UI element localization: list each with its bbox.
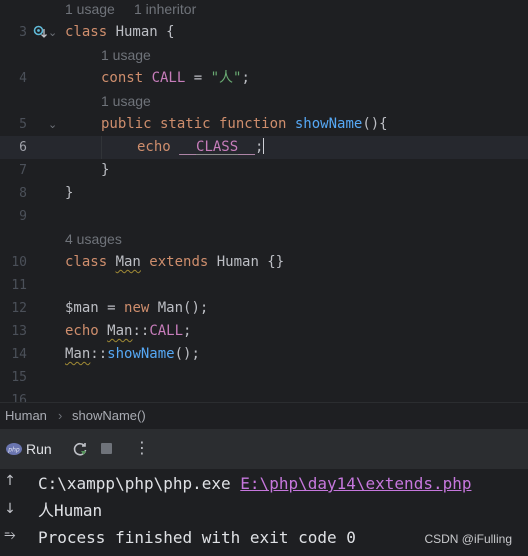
breadcrumb-item-class[interactable]: Human [5,408,47,423]
line-number: 13 [11,324,27,339]
inlay-hint-row: 1 usage 1 inheritor [0,0,528,21]
text-caret [263,138,265,154]
line-number: 7 [19,163,27,178]
code-line-9[interactable]: 9 [0,205,528,228]
code-line-15[interactable]: 15 [0,366,528,389]
run-tool-window-header: php Run ⋮ [0,428,528,471]
line-number: 9 [19,209,27,224]
file-path-link[interactable]: E:\php\day14\extends.php [240,474,471,493]
code-punct: } [65,185,74,201]
breadcrumb: Human › showName() [0,402,528,428]
code-punct: = [185,70,211,86]
keyword: public static function [101,116,295,132]
code-punct: (){ [362,116,388,132]
line-number: 10 [11,255,27,270]
line-number: 3 [19,25,27,40]
function-name: showName [107,346,175,362]
line-number: 11 [11,278,27,293]
code-text: Human {} [216,254,285,270]
code-punct: ; [183,323,192,339]
class-name: Man [115,254,141,270]
code-line-10[interactable]: 10 class Man extends Human {} [0,251,528,274]
code-punct: :: [132,323,150,339]
magic-constant: __CLASS__ [179,139,256,155]
code-line-13[interactable]: 13 echo Man::CALL; [0,320,528,343]
line-number: 4 [19,71,27,86]
code-line-6[interactable]: 6 echo __CLASS__; [0,136,528,159]
keyword: const [101,70,152,86]
usage-hint[interactable]: 4 usages [65,228,122,251]
code-editor[interactable]: 1 usage 1 inheritor 3 ⌄ class Human { 1 … [0,0,528,402]
arrow-up-icon[interactable]: ↑ [0,473,20,489]
run-console[interactable]: ↑ ↓ ⥱ C:\xampp\php\php.exe E:\php\day14\… [0,469,528,556]
class-name: Man [65,346,91,362]
line-number: 8 [19,186,27,201]
run-tab-label: Run [26,441,52,457]
class-name: Human [115,24,158,40]
function-name: showName [294,116,363,132]
code-line-3[interactable]: 3 ⌄ class Human { [0,21,528,44]
line-number: 14 [11,347,27,362]
implemented-gutter-icon[interactable] [33,25,47,39]
tab-run[interactable]: php Run [0,429,60,471]
keyword: class [65,24,116,40]
inlay-hint-row: 1 usage [0,90,528,113]
code-line-11[interactable]: 11 [0,274,528,297]
svg-text:php: php [7,447,20,454]
code-text: Man(); [157,300,209,316]
code-line-14[interactable]: 14 Man::showName(); [0,343,528,366]
code-line-7[interactable]: 7 } [0,159,528,182]
fold-icon[interactable]: ⌄ [48,21,57,44]
arrow-down-icon[interactable]: ↓ [0,501,20,517]
line-number: 16 [11,393,27,402]
class-name: Man [107,323,133,339]
watermark: CSDN @iFulling [424,532,512,546]
breadcrumb-item-method[interactable]: showName() [72,408,146,423]
inheritor-hint[interactable]: 1 inheritor [134,0,196,21]
keyword: new [124,300,158,316]
code-punct: :: [90,346,108,362]
inlay-hint-row: 4 usages [0,228,528,251]
string-literal: "人" [210,70,242,86]
code-punct: (); [174,346,200,362]
chevron-right-icon: › [58,408,63,423]
soft-wrap-icon[interactable]: ⥱ [0,527,20,543]
code-line-16[interactable]: 16 [0,389,528,402]
fold-icon[interactable]: ⌄ [48,113,57,136]
console-exit-message: Process finished with exit code 0 [38,528,356,547]
variable: $man [65,300,99,316]
line-number: 12 [11,301,27,316]
usage-hint[interactable]: 1 usage [101,44,151,67]
code-line-12[interactable]: 12 $man = new Man(); [0,297,528,320]
line-number: 6 [19,140,27,155]
console-command-line: C:\xampp\php\php.exe E:\php\day14\extend… [38,470,471,497]
stop-icon[interactable] [101,443,112,454]
indent-guide [101,136,102,159]
code-punct: ; [255,139,264,155]
code-line-4[interactable]: 4 const CALL = "人"; [0,67,528,90]
php-icon: php [6,443,22,455]
usage-hint[interactable]: 1 usage [65,0,115,21]
console-command: C:\xampp\php\php.exe [38,474,241,493]
code-punct: ; [241,70,250,86]
console-output: 人Human [38,501,103,520]
code-punct: } [101,162,110,178]
code-punct: = [98,300,125,316]
line-number: 5 [19,117,27,132]
constant-name: CALL [149,323,184,339]
constant-name: CALL [151,70,186,86]
usage-hint[interactable]: 1 usage [101,90,151,113]
keyword: class [65,254,116,270]
keyword: echo [137,139,180,155]
code-line-8[interactable]: 8 } [0,182,528,205]
keyword: extends [140,254,217,270]
rerun-icon[interactable] [72,441,88,457]
inlay-hint-row: 1 usage [0,44,528,67]
code-punct: { [157,24,175,40]
code-line-5[interactable]: 5 ⌄ public static function showName(){ [0,113,528,136]
more-options-icon[interactable]: ⋮ [134,438,150,457]
keyword: echo [65,323,108,339]
line-number: 15 [11,370,27,385]
